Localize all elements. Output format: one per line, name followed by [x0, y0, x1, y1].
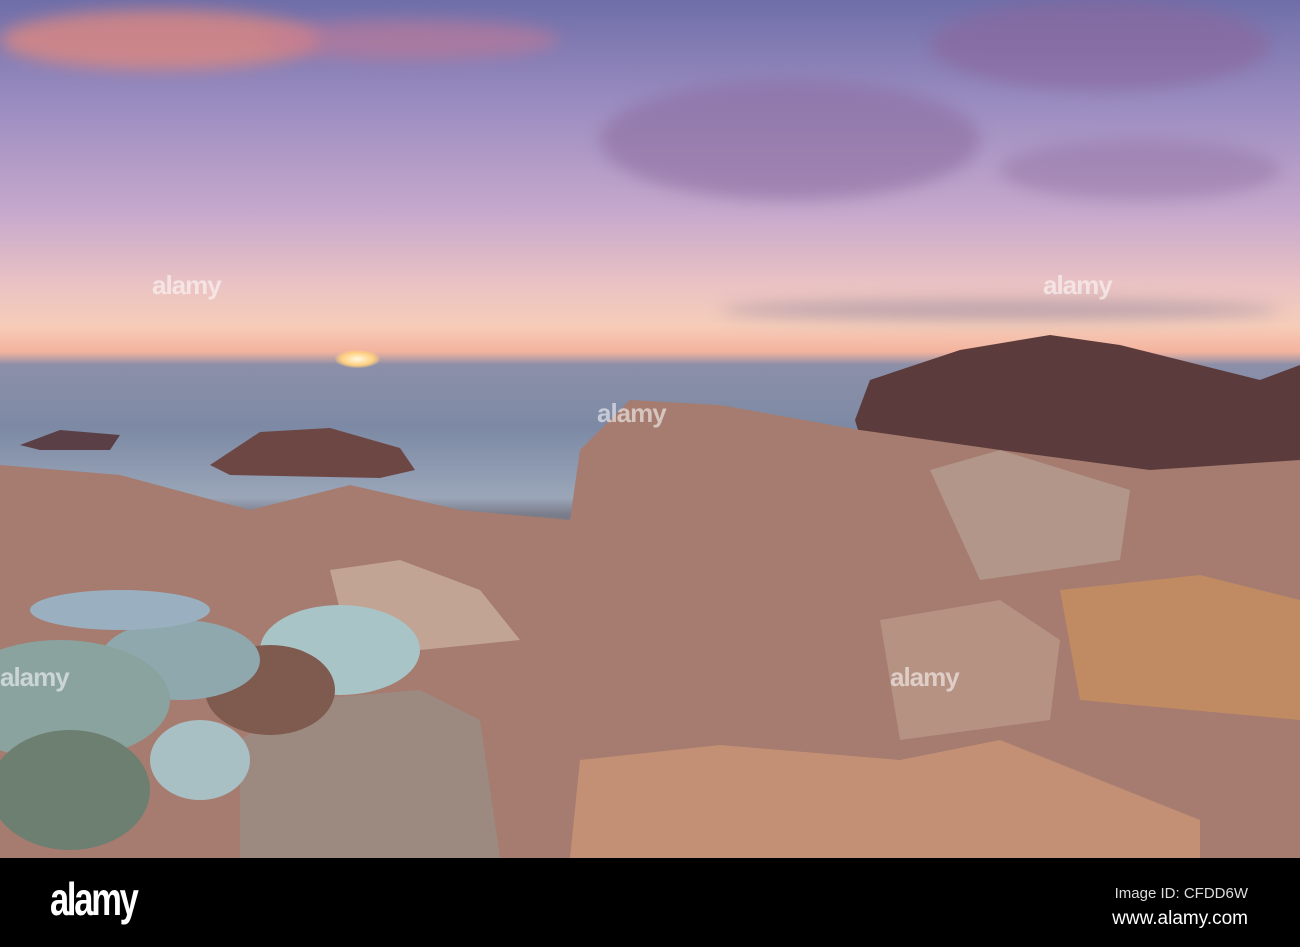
watermark-text: alamy [152, 270, 222, 300]
sunset-coast-photo: alamy alamy alamy alamy alamy [0, 0, 1300, 858]
rocks-and-shrubs [0, 335, 1300, 858]
watermark-text: alamy [0, 662, 70, 692]
rock-island [20, 430, 120, 450]
stock-photo: alamy alamy alamy alamy alamy alamy Imag… [0, 0, 1300, 947]
image-id: Image ID: CFDD6W [1114, 885, 1248, 902]
site-url: www.alamy.com [1112, 908, 1248, 929]
watermark-text: alamy [597, 398, 667, 428]
shrub [150, 720, 250, 800]
rock-island [210, 428, 415, 478]
rock-slab [1060, 575, 1300, 720]
watermark-text: alamy [1043, 270, 1113, 300]
watermark-text: alamy [890, 662, 960, 692]
watermark-footer: alamy Image ID: CFDD6W www.alamy.com [0, 858, 1300, 947]
shrub [30, 590, 210, 630]
alamy-logo: alamy [50, 873, 139, 925]
